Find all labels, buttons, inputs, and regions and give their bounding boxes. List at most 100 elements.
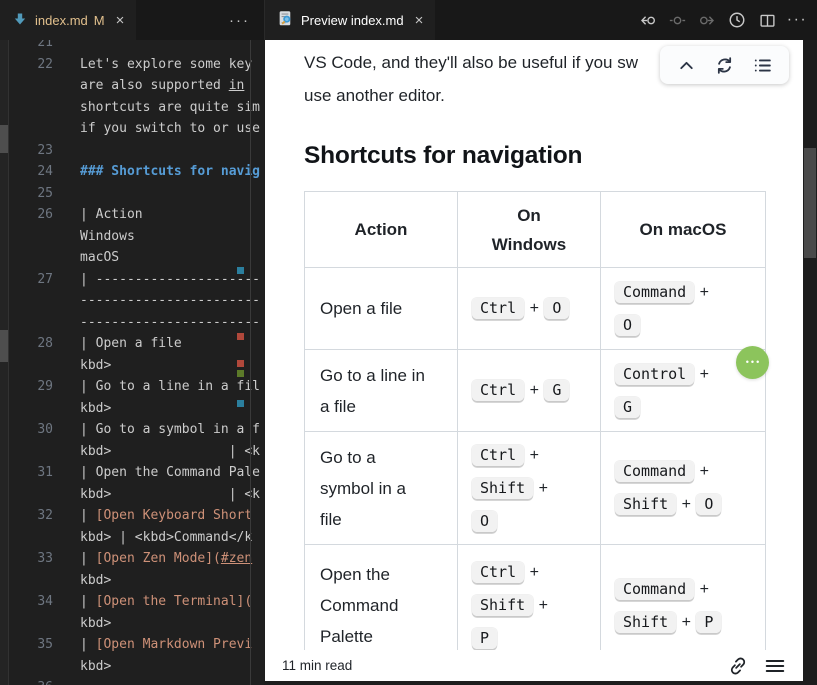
more-actions-icon[interactable]: ···	[785, 8, 809, 32]
code-line[interactable]: 36	[9, 677, 264, 685]
timeline-clock-icon[interactable]	[725, 8, 749, 32]
code-line[interactable]: 26| Action	[9, 204, 264, 226]
close-tab-icon[interactable]: ×	[415, 13, 424, 28]
code-text: kbd>	[80, 573, 111, 588]
markdown-file-icon	[12, 11, 28, 30]
key-cap: G	[544, 380, 569, 401]
code-text: ### Shortcuts for navig	[80, 164, 260, 179]
action-cell: Open the Command Palette	[305, 545, 458, 667]
code-text: -----------------------	[80, 293, 260, 308]
preview-pane: VS Code, and they'll also be useful if y…	[264, 40, 817, 685]
line-number: 23	[9, 143, 53, 158]
code-line[interactable]: kbd>	[9, 656, 264, 678]
code-line[interactable]: 34 | [Open the Terminal](	[9, 591, 264, 613]
code-text: kbd> | <kbd>Command</k	[80, 530, 252, 545]
code-line[interactable]: 25	[9, 183, 264, 205]
tab-index-md[interactable]: index.md M ×	[0, 0, 136, 40]
key-cap: Shift	[615, 494, 676, 515]
code-line[interactable]: 29| Go to a line in a fil	[9, 376, 264, 398]
deleted-change-mark	[237, 333, 244, 340]
code-line[interactable]: kbd>	[9, 398, 264, 420]
code-line[interactable]: -----------------------	[9, 312, 264, 334]
code-line[interactable]: kbd> | <kbd>Command</k	[9, 527, 264, 549]
code-line[interactable]: 28| Open a file	[9, 333, 264, 355]
line-number: 34	[9, 594, 53, 609]
key-cap: P	[696, 612, 721, 633]
key-cap: Ctrl	[472, 445, 524, 466]
tab-label: Preview index.md	[301, 13, 404, 28]
key-cap: G	[615, 397, 640, 418]
code-line[interactable]: kbd>	[9, 355, 264, 377]
line-number: 33	[9, 551, 53, 566]
code-line[interactable]: if you switch to or use	[9, 118, 264, 140]
strip-segment	[0, 125, 8, 153]
scrollbar-thumb[interactable]	[804, 148, 816, 258]
preview-heading: Shortcuts for navigation	[304, 142, 767, 170]
tab-filename: index.md	[35, 13, 88, 28]
code-line[interactable]: 32| [Open Keyboard Short	[9, 505, 264, 527]
shortcuts-table: ActionOn WindowsOn macOSOpen a fileCtrl …	[304, 191, 766, 667]
code-line[interactable]: 24### Shortcuts for navig	[9, 161, 264, 183]
code-area[interactable]: 2122Let's explore some keyare also suppo…	[9, 40, 264, 685]
code-line[interactable]: kbd> | <k	[9, 441, 264, 463]
shortcut-cell: Ctrl + Shift + P	[458, 545, 601, 667]
read-time-label: 11 min read	[282, 658, 352, 673]
table-header: On macOS	[601, 192, 766, 268]
menu-icon[interactable]	[764, 655, 786, 677]
key-cap: O	[615, 315, 640, 336]
previous-change-icon[interactable]	[635, 8, 659, 32]
code-text: | [Open Markdown Previ	[80, 637, 252, 652]
code-line[interactable]: macOS	[9, 247, 264, 269]
code-text: Let's explore some key	[80, 57, 252, 72]
shortcut-cell: Command + Shift + O	[601, 432, 766, 545]
code-line[interactable]: 33| [Open Zen Mode](#zen	[9, 548, 264, 570]
code-text: if you switch to or use	[80, 121, 260, 136]
code-line[interactable]: 27| ---------------------	[9, 269, 264, 291]
code-line[interactable]: 21	[9, 40, 264, 54]
shortcut-cell: Ctrl + Shift + O	[458, 432, 601, 545]
code-text: kbd>	[80, 659, 111, 674]
code-line[interactable]: kbd>	[9, 570, 264, 592]
code-line[interactable]: kbd> | <k	[9, 484, 264, 506]
key-cap: P	[472, 628, 497, 649]
code-text: | Action	[80, 207, 143, 222]
vscode-window: index.md M × ···	[0, 0, 817, 685]
tab-preview-index-md[interactable]: Preview index.md ×	[265, 0, 435, 40]
code-line[interactable]: 22Let's explore some key	[9, 54, 264, 76]
current-change-icon[interactable]	[665, 8, 689, 32]
refresh-icon[interactable]	[713, 53, 737, 77]
table-header: On Windows	[458, 192, 601, 268]
editor-pane[interactable]: 2122Let's explore some keyare also suppo…	[0, 40, 264, 685]
modified-change-mark	[237, 400, 244, 407]
code-text: | Go to a line in a fil	[80, 379, 260, 394]
code-text: kbd>	[80, 358, 111, 373]
close-tab-icon[interactable]: ×	[116, 13, 125, 28]
code-text: Windows	[80, 229, 135, 244]
code-line[interactable]: 35| [Open Markdown Previ	[9, 634, 264, 656]
editor-overflow-icon[interactable]: ···	[229, 0, 250, 40]
split-editor-icon[interactable]	[755, 8, 779, 32]
collapse-up-icon[interactable]	[674, 53, 698, 77]
preview-scrollbar[interactable]	[803, 40, 817, 685]
next-change-icon[interactable]	[695, 8, 719, 32]
code-line[interactable]: shortcuts are quite sim	[9, 97, 264, 119]
table-row: Go to a symbol in a fileCtrl + Shift + O…	[305, 432, 766, 545]
code-text: | [Open the Terminal](	[80, 594, 252, 609]
code-line[interactable]: are also supported in	[9, 75, 264, 97]
code-line[interactable]: 30| Go to a symbol in a f	[9, 419, 264, 441]
key-cap: O	[472, 511, 497, 532]
key-cap: Control	[615, 364, 694, 385]
key-cap: Shift	[615, 612, 676, 633]
link-icon[interactable]	[727, 655, 749, 677]
editor-tab-group: index.md M × ···	[0, 0, 264, 40]
table-header: Action	[305, 192, 458, 268]
code-line[interactable]: Windows	[9, 226, 264, 248]
code-line[interactable]: kbd>	[9, 613, 264, 635]
code-line[interactable]: -----------------------	[9, 290, 264, 312]
table-of-contents-icon[interactable]	[751, 53, 775, 77]
code-line[interactable]: 23	[9, 140, 264, 162]
code-line[interactable]: 31| Open the Command Pale	[9, 462, 264, 484]
annotation-button[interactable]: •••	[736, 346, 769, 379]
key-cap: O	[696, 494, 721, 515]
markdown-preview-icon	[277, 10, 294, 30]
